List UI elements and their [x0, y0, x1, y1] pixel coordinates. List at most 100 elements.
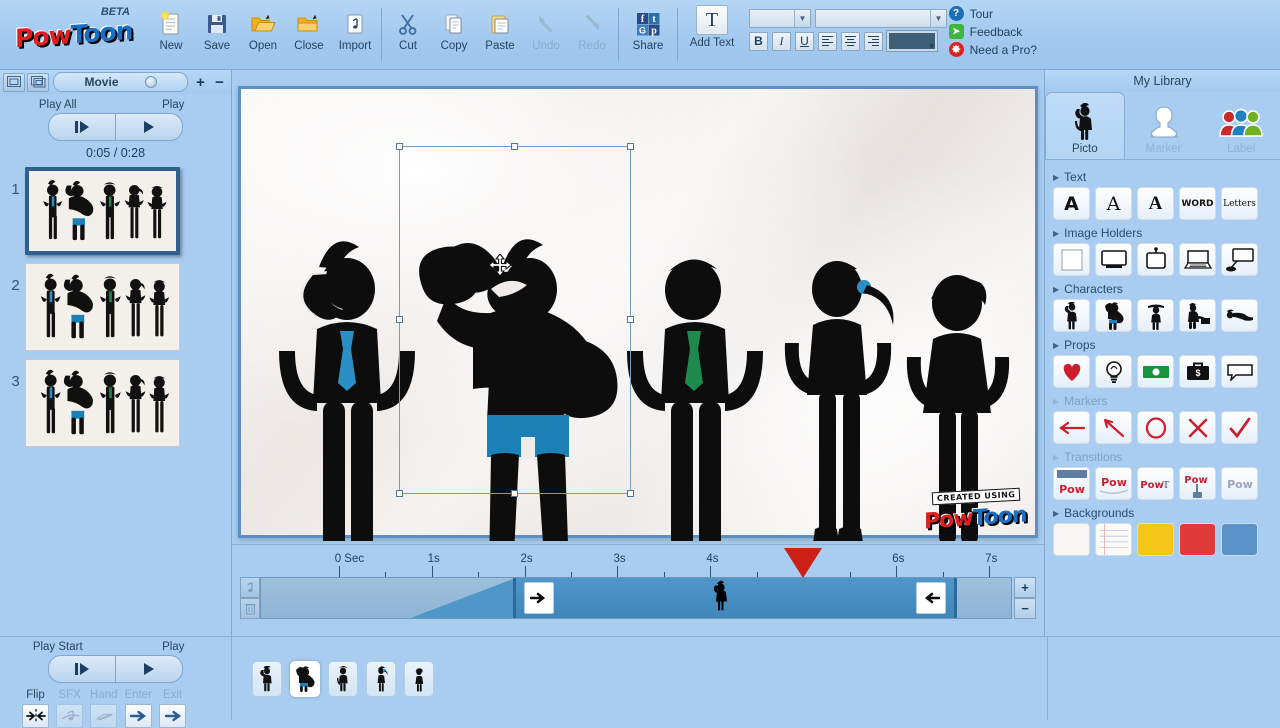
cross-marker-icon[interactable] — [1179, 411, 1216, 444]
char-thumb-woman-ponytail[interactable] — [366, 661, 396, 697]
italic-button[interactable]: I — [772, 32, 791, 51]
resize-handle-nw[interactable] — [396, 143, 403, 150]
text-style-A-serif[interactable]: A — [1137, 187, 1174, 220]
align-right-button[interactable] — [864, 32, 883, 51]
text-style-A-bold[interactable]: A — [1053, 187, 1090, 220]
resize-handle-ne[interactable] — [627, 143, 634, 150]
character-marker-icon[interactable] — [713, 581, 729, 616]
speech-bubble-icon[interactable] — [1221, 355, 1258, 388]
copy-button[interactable]: Copy — [431, 6, 477, 62]
laptop-frame-icon[interactable] — [1179, 243, 1216, 276]
tab-label[interactable]: Label — [1202, 92, 1280, 159]
text-color-picker[interactable] — [887, 31, 937, 51]
category-characters-header[interactable]: ▶ Characters — [1053, 282, 1280, 296]
character-standing-icon[interactable] — [1053, 299, 1090, 332]
play-button[interactable] — [115, 114, 182, 140]
text-style-word[interactable]: WORD — [1179, 187, 1216, 220]
char-thumb-businessman-green[interactable] — [328, 661, 358, 697]
heart-icon[interactable] — [1053, 355, 1090, 388]
background-yellow[interactable] — [1137, 523, 1174, 556]
blank-frame-icon[interactable] — [1053, 243, 1090, 276]
need-a-pro-link[interactable]: ✸ Need a Pro? — [949, 42, 1037, 57]
resize-handle-e[interactable] — [627, 316, 634, 323]
briefcase-icon[interactable]: $ — [1179, 355, 1216, 388]
new-button[interactable]: New — [148, 6, 194, 62]
arrow-left-marker-icon[interactable] — [1053, 411, 1090, 444]
transition-flag-icon[interactable]: Pow — [1095, 467, 1132, 500]
money-bill-icon[interactable] — [1137, 355, 1174, 388]
movie-tab[interactable]: Movie — [53, 72, 188, 92]
character-lying-icon[interactable] — [1221, 299, 1258, 332]
timeline-ruler[interactable]: 0 Sec 1s 2s 3s 4s — [288, 547, 992, 577]
character-laptop-icon[interactable] — [1179, 299, 1216, 332]
feedback-link[interactable]: ➤ Feedback — [949, 24, 1037, 39]
tab-marker[interactable]: Marker — [1125, 92, 1203, 159]
resize-handle-w[interactable] — [396, 316, 403, 323]
slide-list[interactable]: 1 — [0, 167, 231, 636]
projector-frame-icon[interactable] — [1221, 243, 1258, 276]
slide-thumbnail[interactable] — [25, 167, 180, 255]
character-muscle-icon[interactable] — [1095, 299, 1132, 332]
close-button[interactable]: Close — [286, 6, 332, 62]
char-thumb-woman-bob[interactable] — [404, 661, 434, 697]
exit-arrow-icon[interactable] — [159, 704, 186, 728]
add-text-button[interactable]: T Add Text — [681, 5, 743, 65]
exit-marker[interactable] — [916, 582, 946, 614]
bold-button[interactable]: B — [749, 32, 768, 51]
playhead-marker[interactable] — [784, 548, 822, 578]
hand-draw-icon[interactable] — [90, 704, 117, 728]
circle-marker-icon[interactable] — [1137, 411, 1174, 444]
library-content[interactable]: ▶ Text A A A WORD Letters ▶ Imag — [1045, 160, 1280, 636]
resize-handle-sw[interactable] — [396, 490, 403, 497]
list-item[interactable]: 1 — [6, 167, 231, 255]
background-blue[interactable] — [1221, 523, 1258, 556]
category-props-header[interactable]: ▶ Props — [1053, 338, 1280, 352]
text-style-A-outline[interactable]: A — [1095, 187, 1132, 220]
transition-fade-icon[interactable]: Pow — [1221, 467, 1258, 500]
music-note-icon[interactable] — [240, 577, 260, 598]
lightbulb-icon[interactable] — [1095, 355, 1132, 388]
resize-handle-n[interactable] — [511, 143, 518, 150]
record-button-icon[interactable] — [145, 76, 157, 88]
category-backgrounds-header[interactable]: ▶ Backgrounds — [1053, 506, 1280, 520]
resize-handle-s[interactable] — [511, 490, 518, 497]
font-size-select[interactable]: ▼ — [749, 9, 811, 28]
single-slide-view-icon[interactable] — [3, 73, 25, 92]
background-red[interactable] — [1179, 523, 1216, 556]
bottom-play-button[interactable] — [115, 656, 182, 682]
character-hands-up-icon[interactable] — [1137, 299, 1174, 332]
zoom-out-button[interactable]: − — [1014, 598, 1036, 619]
cut-button[interactable]: Cut — [385, 6, 431, 62]
timeline-track[interactable] — [260, 577, 1012, 619]
list-item[interactable]: 2 — [6, 263, 231, 351]
text-style-letters[interactable]: Letters — [1221, 187, 1258, 220]
redo-button[interactable]: Redo — [569, 6, 615, 62]
tv-frame-icon[interactable] — [1137, 243, 1174, 276]
timeline-clip[interactable] — [513, 578, 957, 618]
monitor-frame-icon[interactable] — [1095, 243, 1132, 276]
align-left-button[interactable] — [818, 32, 837, 51]
category-transitions-header[interactable]: ▶ Transitions — [1053, 450, 1280, 464]
tour-link[interactable]: ? Tour — [949, 6, 1037, 21]
zoom-in-button[interactable]: + — [1014, 577, 1036, 598]
add-slide-button[interactable]: + — [192, 73, 209, 92]
category-text-header[interactable]: ▶ Text — [1053, 170, 1280, 184]
play-all-button[interactable] — [49, 114, 115, 140]
trash-can-icon[interactable] — [240, 598, 260, 619]
open-button[interactable]: Open — [240, 6, 286, 62]
checkmark-marker-icon[interactable] — [1221, 411, 1258, 444]
transition-type-icon[interactable]: PowT — [1137, 467, 1174, 500]
play-start-button[interactable] — [49, 656, 115, 682]
underline-button[interactable]: U — [795, 32, 814, 51]
slide-thumbnail[interactable] — [25, 359, 180, 447]
transition-slide-down-icon[interactable]: Pow — [1053, 467, 1090, 500]
enter-arrow-icon[interactable] — [125, 704, 152, 728]
import-button[interactable]: Import — [332, 6, 378, 62]
char-thumb-muscle-man[interactable] — [290, 661, 320, 697]
multi-slide-view-icon[interactable] — [27, 73, 49, 92]
list-item[interactable]: 3 — [6, 359, 231, 447]
share-button[interactable]: f t G p Share — [622, 6, 674, 62]
category-markers-header[interactable]: ▶ Markers — [1053, 394, 1280, 408]
background-lined-paper[interactable] — [1095, 523, 1132, 556]
canvas-stage[interactable]: CREATED USING PowToon — [238, 86, 1038, 538]
